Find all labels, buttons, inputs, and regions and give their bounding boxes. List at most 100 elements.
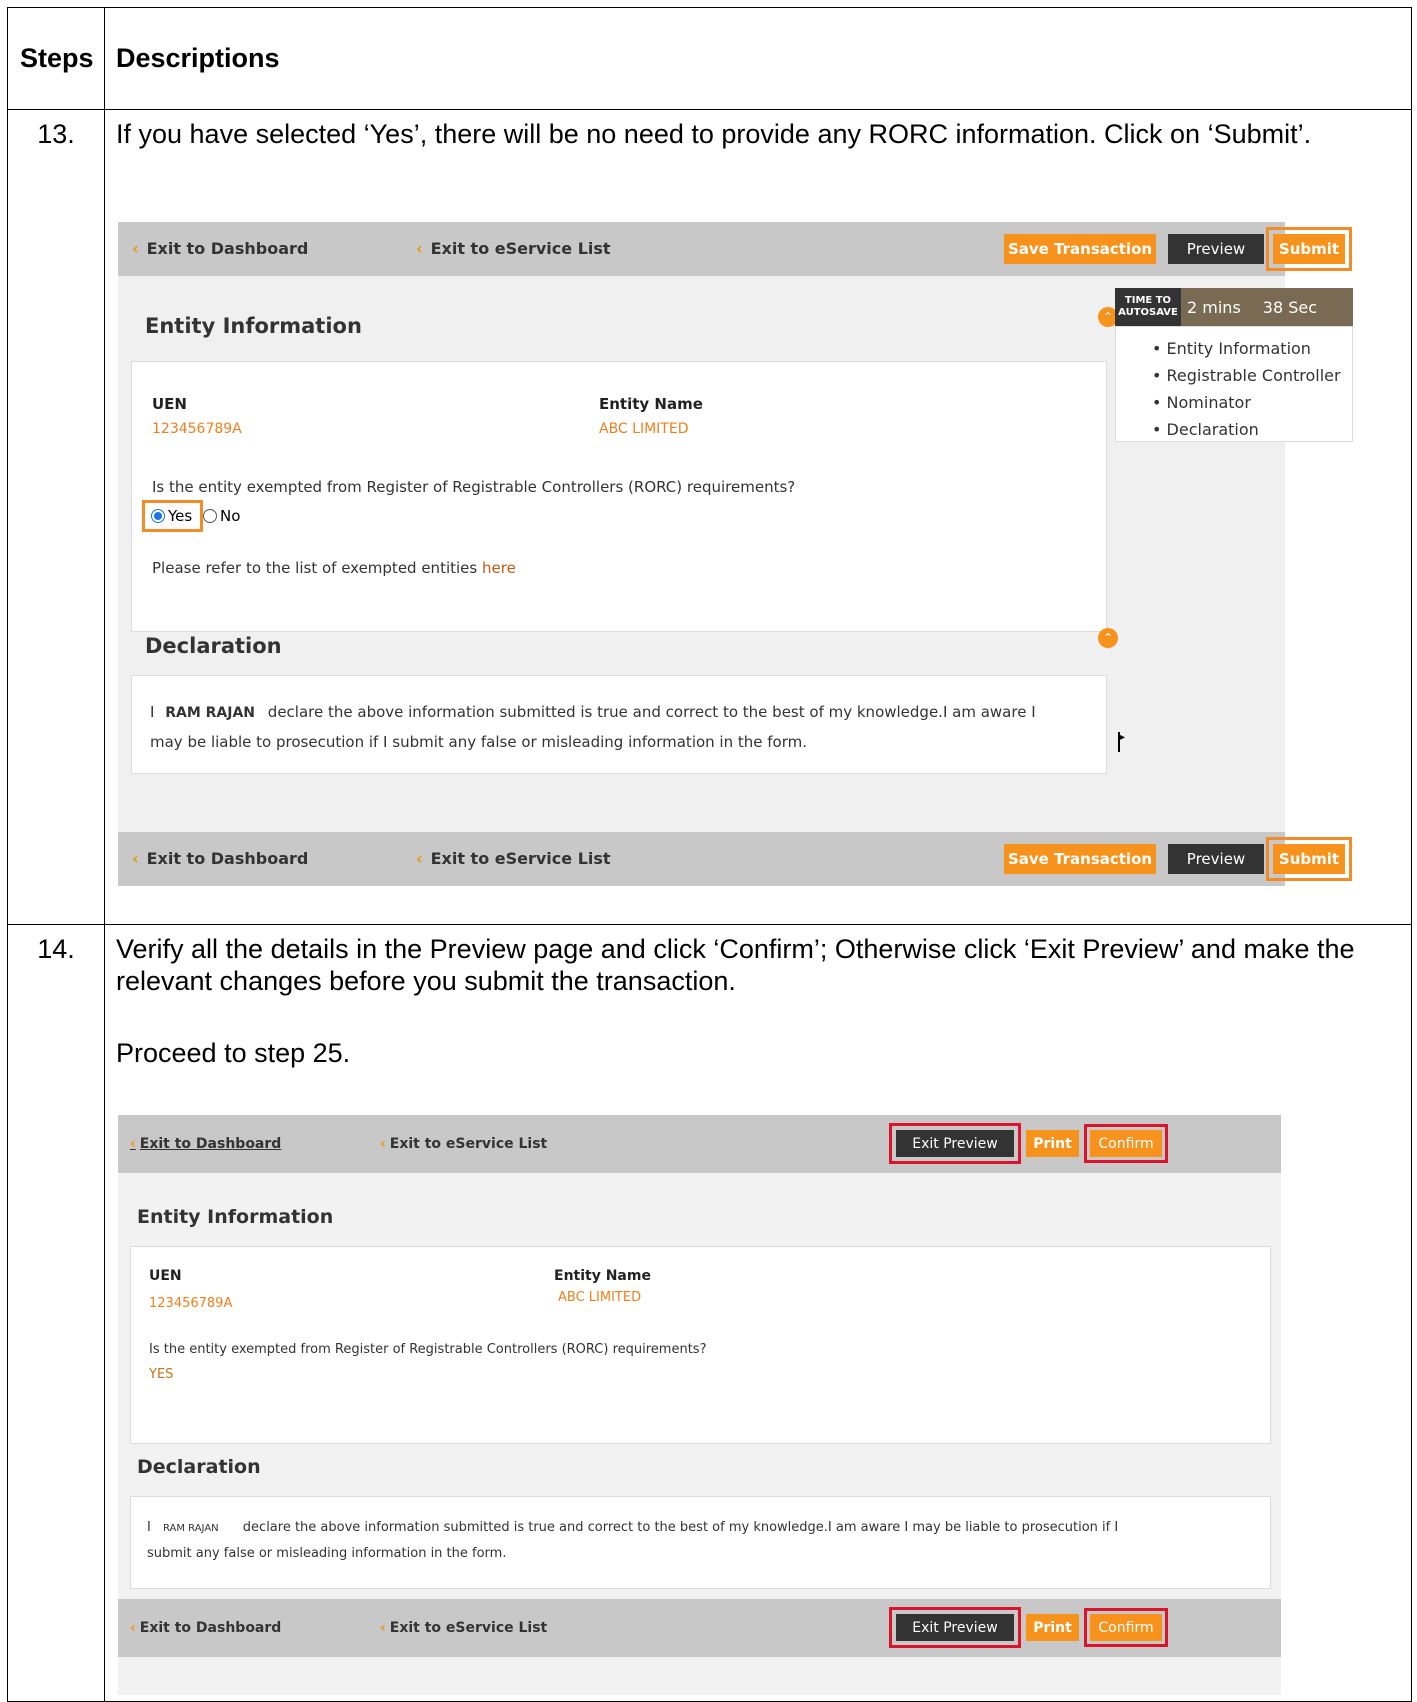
step-row-14: 14. Verify all the details in the Previe…: [7, 924, 1412, 1702]
header-steps: Steps: [7, 7, 105, 110]
rorc-question: Is the entity exempted from Register of …: [149, 1342, 707, 1357]
declarant-name: RAM RAJAN: [162, 1523, 219, 1534]
declaration-title: Declaration: [137, 1456, 261, 1478]
scroll-caret-icon: ▸: [1118, 732, 1125, 752]
exit-preview-button[interactable]: Exit Preview: [889, 1607, 1021, 1648]
collapse-icon[interactable]: ⌃: [1098, 628, 1118, 648]
preview-button[interactable]: Preview: [1168, 844, 1264, 874]
exit-dashboard-label: Exit to Dashboard: [139, 1136, 282, 1152]
save-transaction-button[interactable]: Save Transaction: [1004, 234, 1156, 264]
autosave-label-1: TIME TO: [1124, 295, 1172, 306]
nav-item-label: Registrable Controller: [1166, 366, 1341, 385]
chevron-left-icon: ‹: [416, 849, 423, 868]
print-button[interactable]: Print: [1026, 1130, 1079, 1157]
entity-name-value: ABC LIMITED: [558, 1290, 642, 1305]
nav-item-entity-information[interactable]: • Entity Information: [1152, 335, 1341, 362]
refer-text: Please refer to the list of exempted ent…: [152, 559, 478, 577]
entity-info-title: Entity Information: [137, 1206, 334, 1228]
preview-button[interactable]: Preview: [1168, 234, 1264, 264]
exit-eservice-link[interactable]: ‹ Exit to eService List: [416, 239, 611, 258]
declaration-text: I RAM RAJAN declare the above informatio…: [150, 698, 1090, 757]
declaration-text: I RAM RAJAN declare the above informatio…: [147, 1515, 1257, 1566]
nav-item-nominator[interactable]: • Nominator: [1152, 389, 1341, 416]
ui-screenshot-preview: ‹ Exit to Dashboard ‹ Exit to eService Lis…: [118, 1115, 1281, 1695]
rorc-answer: YES: [149, 1367, 174, 1382]
uen-value: 123456789A: [149, 1296, 233, 1311]
nav-item-declaration[interactable]: • Declaration: [1152, 416, 1341, 443]
uen-value: 123456789A: [152, 421, 242, 437]
uen-label: UEN: [149, 1268, 182, 1284]
step-text-2: Proceed to step 25.: [116, 1038, 351, 1068]
chevron-left-icon: ‹: [416, 239, 423, 258]
radio-selected-icon[interactable]: [151, 509, 165, 523]
autosave-label: TIME TO AUTOSAVE: [1115, 288, 1181, 326]
autosave-sec: 38 Sec: [1262, 297, 1318, 317]
confirm-button[interactable]: Confirm: [1084, 1608, 1168, 1647]
step-text: Verify all the details in the Preview pa…: [116, 934, 1355, 996]
exit-eservice-label: Exit to eService List: [389, 1620, 548, 1636]
decl-line-2: may be liable to prosecution if I submit…: [150, 733, 808, 751]
exit-eservice-link[interactable]: ‹ Exit to eService List: [380, 1620, 547, 1636]
decl-i: I: [147, 1520, 151, 1535]
entity-name-label: Entity Name: [599, 395, 703, 413]
exit-dashboard-label: Exit to Dashboard: [146, 239, 309, 258]
section-nav: • Entity Information • Registrable Contr…: [1115, 326, 1353, 442]
declaration-card: I RAM RAJAN declare the above informatio…: [131, 675, 1107, 774]
header-descriptions: Descriptions: [104, 7, 1412, 110]
top-action-bar: ‹ Exit to Dashboard ‹ Exit to eService Lis…: [118, 222, 1352, 276]
submit-button[interactable]: Submit: [1266, 227, 1352, 271]
section-nav-list: • Entity Information • Registrable Contr…: [1152, 335, 1341, 443]
autosave-label-2: AUTOSAVE: [1118, 307, 1178, 318]
exit-dashboard-link[interactable]: ‹ Exit to Dashboard: [130, 1620, 281, 1636]
declaration-title: Declaration: [145, 634, 282, 658]
step-number: 13.: [7, 109, 105, 925]
radio-unselected-icon[interactable]: [203, 509, 217, 523]
step-number: 14.: [7, 924, 105, 1702]
exit-dashboard-link[interactable]: ‹ Exit to Dashboard: [130, 1136, 281, 1152]
top-action-bar: ‹ Exit to Dashboard ‹ Exit to eService Lis…: [118, 1115, 1281, 1173]
declaration-card: I RAM RAJAN declare the above informatio…: [130, 1496, 1271, 1589]
entity-info-card: UEN 123456789A Entity Name ABC LIMITED I…: [130, 1246, 1271, 1444]
uen-label: UEN: [152, 395, 187, 413]
exit-eservice-label: Exit to eService List: [389, 1136, 548, 1152]
exempted-list-text: Please refer to the list of exempted ent…: [152, 559, 516, 577]
bottom-action-bar: ‹ Exit to Dashboard ‹ Exit to eService Lis…: [118, 1599, 1281, 1657]
print-button[interactable]: Print: [1026, 1614, 1079, 1641]
chevron-left-icon: ‹: [380, 1620, 386, 1636]
no-radio-option[interactable]: No: [203, 505, 240, 527]
rorc-question: Is the entity exempted from Register of …: [152, 478, 796, 496]
step-text: If you have selected ‘Yes’, there will b…: [116, 119, 1312, 149]
chevron-left-icon: ‹: [130, 1136, 136, 1152]
exit-eservice-label: Exit to eService List: [430, 239, 611, 258]
step-description: Verify all the details in the Preview pa…: [104, 924, 1412, 1702]
autosave-panel: TIME TO AUTOSAVE 2 mins 38 Sec: [1115, 288, 1353, 326]
decl-i: I: [150, 703, 155, 721]
ui-screenshot-submit: ‹ Exit to Dashboard ‹ Exit to eService Lis…: [118, 222, 1353, 886]
exit-dashboard-link[interactable]: ‹ Exit to Dashboard: [132, 849, 308, 868]
exit-preview-button[interactable]: Exit Preview: [889, 1123, 1021, 1164]
exit-eservice-label: Exit to eService List: [430, 849, 611, 868]
exit-dashboard-label: Exit to Dashboard: [146, 849, 309, 868]
entity-info-card: UEN 123456789A Entity Name ABC LIMITED I…: [131, 361, 1107, 632]
yes-radio-option[interactable]: Yes: [142, 500, 203, 532]
bottom-action-bar: ‹ Exit to Dashboard ‹ Exit to eService Lis…: [118, 832, 1352, 886]
confirm-button[interactable]: Confirm: [1084, 1124, 1168, 1163]
exit-dashboard-link[interactable]: ‹ Exit to Dashboard: [132, 239, 308, 258]
submit-button[interactable]: Submit: [1266, 837, 1352, 881]
exit-eservice-link[interactable]: ‹ Exit to eService List: [380, 1136, 547, 1152]
decl-line-2: submit any false or misleading informati…: [147, 1546, 507, 1561]
autosave-mins: 2 mins: [1187, 297, 1241, 317]
exit-eservice-link[interactable]: ‹ Exit to eService List: [416, 849, 611, 868]
chevron-left-icon: ‹: [380, 1136, 386, 1152]
entity-name-value: ABC LIMITED: [599, 421, 689, 437]
nav-item-registrable-controller[interactable]: • Registrable Controller: [1152, 362, 1341, 389]
here-link[interactable]: here: [482, 559, 516, 577]
entity-name-label: Entity Name: [554, 1268, 651, 1284]
decl-line-1: declare the above information submitted …: [267, 703, 1036, 721]
exit-dashboard-label: Exit to Dashboard: [139, 1620, 282, 1636]
declarant-name: RAM RAJAN: [165, 705, 256, 721]
entity-info-title: Entity Information: [145, 314, 362, 338]
save-transaction-button[interactable]: Save Transaction: [1004, 844, 1156, 874]
chevron-left-icon: ‹: [132, 239, 139, 258]
chevron-left-icon: ‹: [132, 849, 139, 868]
